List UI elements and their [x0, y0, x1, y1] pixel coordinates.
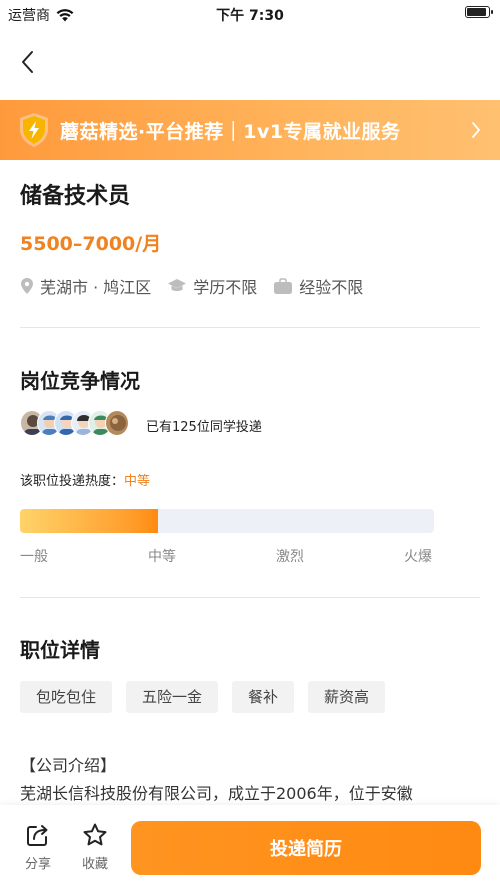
education-item: 学历不限 [167, 274, 257, 298]
salary: 5500–7000/月 [20, 233, 162, 255]
avatar [105, 410, 129, 436]
details-title: 职位详情 [20, 638, 100, 662]
benefit-tag: 薪资高 [308, 681, 386, 713]
education-text: 学历不限 [193, 278, 258, 297]
nav-bar [0, 40, 500, 84]
recommend-banner[interactable]: 蘑菇精选·平台推荐｜1v1专属就业服务 [0, 100, 500, 160]
job-requirements: 芜湖市 · 鸠江区 学历不限 经验不限 [20, 274, 379, 298]
battery-icon [465, 6, 493, 18]
benefit-tag: 包吃包住 [20, 681, 113, 713]
chevron-right-icon [472, 122, 480, 138]
job-title: 储备技术员 [20, 184, 131, 209]
chevron-left-icon [22, 51, 33, 73]
back-button[interactable] [14, 48, 44, 76]
location-text: 芜湖市 · 鸠江区 [40, 278, 152, 297]
graduation-cap-icon [168, 279, 187, 291]
benefit-tag: 五险一金 [126, 681, 219, 713]
benefit-tags: 包吃包住 五险一金 餐补 薪资高 [20, 681, 386, 713]
divider [20, 327, 480, 328]
heat-label-text: 该职位投递热度： [20, 474, 125, 489]
company-intro-text: 芜湖长信科技股份有限公司，成立于2006年，位于安徽 [20, 784, 413, 803]
experience-item: 经验不限 [273, 274, 363, 298]
location-item: 芜湖市 · 鸠江区 [20, 274, 151, 298]
share-label: 分享 [24, 857, 51, 872]
heat-scale-2: 激烈 [276, 549, 304, 565]
benefit-tag: 餐补 [232, 681, 295, 713]
company-intro-heading: 【公司介绍】 [20, 756, 117, 775]
applicant-avatars [20, 410, 135, 438]
star-icon [83, 823, 107, 846]
apply-resume-button[interactable]: 投递简历 [131, 821, 481, 875]
heat-progress-fill [20, 509, 158, 533]
share-button[interactable]: 分享 [18, 822, 58, 878]
banner-text: 蘑菇精选·平台推荐｜1v1专属就业服务 [60, 121, 401, 143]
briefcase-icon [274, 277, 293, 294]
heat-scale-1: 中等 [148, 549, 176, 565]
heat-scale-0: 一般 [20, 549, 48, 565]
heat-scale-3: 火爆 [404, 549, 432, 565]
heat-level: 中等 [124, 474, 151, 489]
location-pin-icon [21, 278, 33, 294]
status-bar: 运营商 下午 7:30 [0, 0, 500, 26]
shield-lightning-icon [20, 113, 48, 147]
heat-progress-bar [20, 509, 434, 533]
favorite-button[interactable]: 收藏 [75, 822, 115, 878]
applied-count-text: 已有125位同学投递 [146, 420, 262, 435]
experience-text: 经验不限 [299, 278, 364, 297]
share-icon [27, 825, 48, 846]
favorite-label: 收藏 [81, 857, 108, 872]
divider [20, 597, 480, 598]
status-time: 下午 7:30 [216, 8, 284, 24]
heat-label: 该职位投递热度：中等 [20, 470, 150, 489]
competition-title: 岗位竞争情况 [20, 369, 140, 393]
